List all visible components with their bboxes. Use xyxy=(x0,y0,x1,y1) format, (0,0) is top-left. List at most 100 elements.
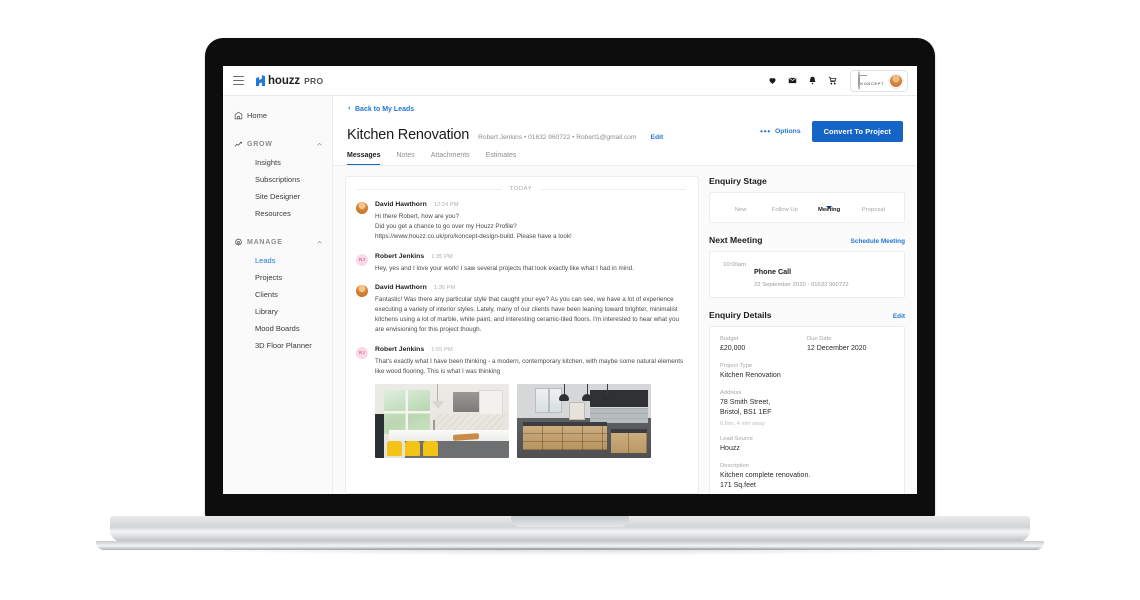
message-thread[interactable]: TODAY David Hawthorn 12:24 PM Hi there R… xyxy=(345,176,699,494)
sidebar-group-label: GROW xyxy=(247,140,273,148)
sidebar-item-leads[interactable]: Leads xyxy=(223,252,332,269)
sidebar-group-grow[interactable]: GROW xyxy=(223,134,332,154)
laptop-shadow xyxy=(150,548,990,556)
back-to-my-leads-link[interactable]: Back to My Leads xyxy=(347,105,903,113)
laptop-mockup: houzz PRO KONCEPT Home GROW Insights Sub… xyxy=(205,38,935,518)
stage-meeting[interactable]: Meeting xyxy=(809,202,850,213)
address-line-1: 78 Smith Street, xyxy=(720,399,771,407)
bright-white-kitchen-photo[interactable] xyxy=(375,383,509,458)
options-label: Options xyxy=(774,128,801,135)
enquiry-details-heading: Enquiry Details xyxy=(709,310,772,320)
hamburger-icon[interactable] xyxy=(233,76,244,85)
heart-icon[interactable] xyxy=(768,76,777,85)
schedule-meeting-link[interactable]: Schedule Meeting xyxy=(851,238,905,245)
chevron-left-icon xyxy=(347,105,352,113)
next-meeting-header: Next Meeting Schedule Meeting xyxy=(709,235,905,245)
message-timestamp: 1:36 PM xyxy=(433,284,456,291)
edit-details-link[interactable]: Edit xyxy=(893,313,905,320)
avatar: RJ xyxy=(356,253,368,266)
message-body: Robert Jenkins 1:35 PM Hey, yes and I lo… xyxy=(375,253,686,274)
sidebar-item-label: Clients xyxy=(255,290,278,299)
avatar xyxy=(356,202,368,214)
company-badge[interactable]: KONCEPT xyxy=(850,69,908,92)
budget-value: £20,000 xyxy=(720,345,746,352)
avatar: RJ xyxy=(356,346,368,359)
enquiry-stage-header: Enquiry Stage xyxy=(709,176,905,186)
message-timestamp: 12:24 PM xyxy=(433,202,459,208)
brand-name: houzz xyxy=(268,74,301,87)
sidebar-group-manage[interactable]: MANAGE xyxy=(223,232,332,252)
tab-notes[interactable]: Notes xyxy=(396,152,414,165)
enquiry-details-card: Budget £20,000 Due Date 12 December 2020 xyxy=(709,326,905,494)
avatar[interactable] xyxy=(889,73,903,88)
envelope-icon[interactable] xyxy=(788,76,797,85)
lead-source-value: Houzz xyxy=(720,444,740,452)
description-line-1: Kitchen complete renovation. xyxy=(720,471,811,479)
message-body: Robert Jenkins 1:55 PM That's exactly wh… xyxy=(375,346,686,458)
houzz-pro-logo[interactable]: houzz PRO xyxy=(256,75,323,87)
home-icon xyxy=(234,111,247,120)
sidebar-item-label: Insights xyxy=(255,158,281,167)
top-navigation-bar: houzz PRO KONCEPT xyxy=(223,66,917,96)
houzz-pro-app: houzz PRO KONCEPT Home GROW Insights Sub… xyxy=(223,66,917,494)
back-link-label: Back to My Leads xyxy=(355,105,415,113)
due-date-field: Due Date 12 December 2020 xyxy=(807,336,894,354)
project-type-value: Kitchen Renovation xyxy=(720,372,781,380)
more-dots-icon: ••• xyxy=(760,126,771,136)
edit-lead-link[interactable]: Edit xyxy=(650,134,663,141)
description-field: Description Kitchen complete renovation.… xyxy=(720,463,894,491)
lead-source-field: Lead Source Houzz xyxy=(720,436,894,454)
bell-icon[interactable] xyxy=(808,76,817,85)
chevron-up-icon[interactable] xyxy=(316,141,323,148)
content-area: TODAY David Hawthorn 12:24 PM Hi there R… xyxy=(333,166,917,494)
sidebar-item-label: Home xyxy=(247,110,268,120)
message-item: David Hawthorn 12:24 PM Hi there Robert,… xyxy=(356,201,686,243)
sidebar-item-resources[interactable]: Resources xyxy=(223,205,332,222)
meeting-time: 10:00am xyxy=(723,262,746,268)
message-text: https://www.houzz.co.uk/pro/koncept-desi… xyxy=(375,233,572,241)
convert-to-project-button[interactable]: Convert To Project xyxy=(811,121,903,142)
tab-estimates[interactable]: Estimates xyxy=(486,152,517,165)
details-top-grid: Budget £20,000 Due Date 12 December 2020 xyxy=(720,336,894,354)
sidebar-item-3d-floor-planner[interactable]: 3D Floor Planner xyxy=(223,337,332,354)
project-type-label: Project Type xyxy=(720,363,753,370)
next-meeting-card[interactable]: 10:00am Phone Call 22 September 2020 - 0… xyxy=(709,251,905,298)
oak-dark-kitchen-photo[interactable] xyxy=(517,383,651,458)
sidebar-group-label: MANAGE xyxy=(247,238,283,246)
message-text: Fantastic! Was there any particular styl… xyxy=(375,295,679,334)
sidebar-item-subscriptions[interactable]: Subscriptions xyxy=(223,171,332,188)
sidebar-item-insights[interactable]: Insights xyxy=(223,154,332,171)
lead-tabs: Messages Notes Attachments Estimates xyxy=(347,152,903,165)
sidebar-item-mood-boards[interactable]: Mood Boards xyxy=(223,320,332,337)
due-date-label: Due Date xyxy=(807,336,832,342)
address-line-2: Bristol, BS1 1EF xyxy=(720,409,772,417)
sidebar-item-projects[interactable]: Projects xyxy=(223,269,332,286)
sidebar-item-label: 3D Floor Planner xyxy=(255,341,312,350)
trend-up-icon xyxy=(234,140,247,149)
stage-proposal[interactable]: Proposal xyxy=(853,202,894,213)
main-content: Back to My Leads Kitchen Renovation Robe… xyxy=(333,96,917,494)
message-item: David Hawthorn 1:36 PM Fantastic! Was th… xyxy=(356,284,686,336)
screenshot-stage: houzz PRO KONCEPT Home GROW Insights Sub… xyxy=(0,0,1140,600)
message-header: David Hawthorn 1:36 PM xyxy=(375,284,686,291)
cart-icon[interactable] xyxy=(828,76,837,85)
options-button[interactable]: ••• Options xyxy=(760,126,801,136)
sidebar-item-site-designer[interactable]: Site Designer xyxy=(223,188,332,205)
message-item: RJ Robert Jenkins 1:35 PM Hey, yes and I… xyxy=(356,253,686,274)
tab-messages[interactable]: Messages xyxy=(347,152,381,165)
sidebar-item-library[interactable]: Library xyxy=(223,303,332,320)
sidebar-item-label: Leads xyxy=(255,256,276,265)
stage-follow-up[interactable]: Follow Up xyxy=(764,202,805,213)
meeting-title: Phone Call xyxy=(754,267,792,276)
sidebar-item-clients[interactable]: Clients xyxy=(223,286,332,303)
sidebar-item-home[interactable]: Home xyxy=(223,106,332,124)
tab-attachments[interactable]: Attachments xyxy=(431,152,470,165)
chevron-up-icon[interactable] xyxy=(316,239,323,246)
stage-label: Follow Up xyxy=(771,207,798,213)
message-attachments xyxy=(375,383,686,458)
address-distance-note: 0.8mi, 4 min away xyxy=(720,420,766,427)
next-meeting-heading: Next Meeting xyxy=(709,235,763,245)
message-header: Robert Jenkins 1:55 PM xyxy=(375,346,686,353)
title-row: Kitchen Renovation Robert Jenkins • 0163… xyxy=(347,121,903,143)
stage-new[interactable]: New xyxy=(720,202,761,213)
